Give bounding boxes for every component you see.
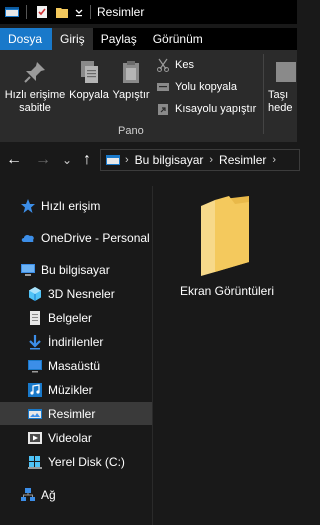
tab-home[interactable]: Giriş [52, 28, 93, 50]
paste-shortcut-button[interactable]: Kısayolu yapıştır [156, 102, 256, 116]
nav-videos-label: Videolar [48, 430, 92, 445]
tab-file[interactable]: Dosya [0, 28, 53, 50]
title-separator [26, 5, 27, 19]
nav-this-pc-label: Bu bilgisayar [41, 262, 110, 277]
nav-network[interactable]: Ağ [0, 483, 152, 506]
pictures-icon [27, 406, 43, 422]
ribbon-tabs: Dosya Giriş Paylaş Görünüm [0, 28, 297, 50]
nav-desktop[interactable]: Masaüstü [0, 354, 152, 377]
copy-path-button[interactable]: Yolu kopyala [156, 80, 237, 94]
nav-pictures-label: Resimler [48, 406, 96, 421]
new-folder-icon[interactable] [54, 4, 70, 20]
pin-icon [21, 58, 49, 86]
pin-to-quick-access-button[interactable]: Hızlı erişime sabitle [3, 58, 67, 115]
title-bar: Resimler [0, 0, 297, 24]
nav-local-disk[interactable]: Yerel Disk (C:) [0, 450, 152, 473]
nav-documents-label: Belgeler [48, 310, 93, 325]
up-arrow-icon: ↑ [83, 151, 91, 168]
documents-icon [27, 310, 43, 326]
folder-label: Ekran Görüntüleri [179, 284, 275, 298]
breadcrumb-pictures[interactable]: Resimler [219, 153, 266, 167]
cloud-icon [20, 230, 36, 246]
scissors-icon [156, 58, 170, 72]
copy-button[interactable]: Kopyala [68, 58, 110, 102]
navigation-bar: ← → ⌄ ↑ › Bu bilgisayar › Resimler › [0, 146, 300, 174]
customize-toolbar-icon[interactable] [74, 4, 84, 20]
star-icon [20, 198, 36, 214]
back-button[interactable]: ← [5, 151, 23, 169]
nav-music-label: Müzikler [48, 382, 93, 397]
breadcrumb-separator: › [125, 154, 129, 166]
network-icon [20, 487, 36, 503]
desktop-icon [27, 358, 43, 374]
forward-button[interactable]: → [34, 151, 52, 169]
paste-icon [117, 58, 145, 86]
nav-videos[interactable]: Videolar [0, 426, 152, 449]
cut-label: Kes [175, 59, 194, 71]
local-disk-icon [27, 454, 43, 470]
move-to-button[interactable]: Taşı hede [268, 58, 308, 115]
paste-shortcut-icon [156, 102, 170, 116]
copy-path-label: Yolu kopyala [175, 81, 237, 93]
title-separator-2 [90, 5, 91, 19]
ribbon-group-separator [263, 54, 264, 134]
computer-icon [20, 262, 36, 278]
folder-icon [195, 192, 259, 276]
clipboard-group-label: Pano [118, 125, 144, 137]
recent-locations-button[interactable]: ⌄ [58, 151, 76, 169]
move-label-line2: hede [268, 102, 293, 114]
breadcrumb-this-pc[interactable]: Bu bilgisayar [135, 153, 204, 167]
nav-network-label: Ağ [41, 487, 56, 502]
videos-icon [27, 430, 43, 446]
nav-3d-objects-label: 3D Nesneler [48, 286, 115, 301]
pin-label-line1: Hızlı erişime [4, 89, 66, 101]
3d-objects-icon [27, 286, 43, 302]
music-icon [27, 382, 43, 398]
nav-quick-access-label: Hızlı erişim [41, 198, 101, 213]
nav-downloads[interactable]: İndirilenler [0, 330, 152, 353]
nav-local-disk-label: Yerel Disk (C:) [48, 454, 125, 469]
paste-shortcut-label: Kısayolu yapıştır [175, 103, 257, 115]
nav-3d-objects[interactable]: 3D Nesneler [0, 282, 152, 305]
back-arrow-icon: ← [6, 151, 22, 168]
nav-desktop-label: Masaüstü [48, 358, 101, 373]
cut-button[interactable]: Kes [156, 58, 194, 72]
copy-label: Kopyala [69, 89, 109, 101]
forward-arrow-icon: → [35, 151, 51, 168]
downloads-icon [27, 334, 43, 350]
paste-button[interactable]: Yapıştır [110, 58, 152, 102]
nav-music[interactable]: Müzikler [0, 378, 152, 401]
chevron-down-icon: ⌄ [61, 153, 73, 167]
tab-share[interactable]: Paylaş [93, 28, 145, 50]
nav-documents[interactable]: Belgeler [0, 306, 152, 329]
paste-label: Yapıştır [112, 89, 150, 101]
move-to-icon [268, 58, 296, 86]
pictures-location-icon [105, 152, 121, 168]
nav-quick-access[interactable]: Hızlı erişim [0, 194, 152, 217]
tab-view[interactable]: Görünüm [145, 28, 211, 50]
move-label-line1: Taşı [268, 89, 289, 101]
window-title: Resimler [97, 5, 145, 19]
quick-access-toolbar [0, 0, 94, 24]
nav-this-pc[interactable]: Bu bilgisayar [0, 258, 152, 281]
copy-icon [75, 58, 103, 86]
nav-onedrive[interactable]: OneDrive - Personal [0, 226, 152, 249]
ribbon: Hızlı erişime sabitle Kopyala Yapıştır K… [0, 50, 297, 142]
copy-path-icon [156, 80, 170, 94]
up-button[interactable]: ↑ [78, 151, 96, 169]
properties-icon[interactable] [34, 4, 50, 20]
nav-downloads-label: İndirilenler [48, 334, 104, 349]
nav-pictures[interactable]: Resimler [0, 402, 152, 425]
explorer-window-icon [4, 4, 20, 20]
folder-item-screenshots[interactable]: Ekran Görüntüleri [168, 192, 286, 298]
breadcrumb-separator: › [272, 154, 277, 166]
address-bar[interactable]: › Bu bilgisayar › Resimler › [100, 149, 300, 171]
navigation-pane: Hızlı erişim OneDrive - Personal Bu bilg… [0, 186, 153, 525]
nav-onedrive-label: OneDrive - Personal [41, 230, 150, 245]
pin-label-line2: sabitle [19, 102, 51, 114]
breadcrumb-separator: › [209, 154, 214, 166]
